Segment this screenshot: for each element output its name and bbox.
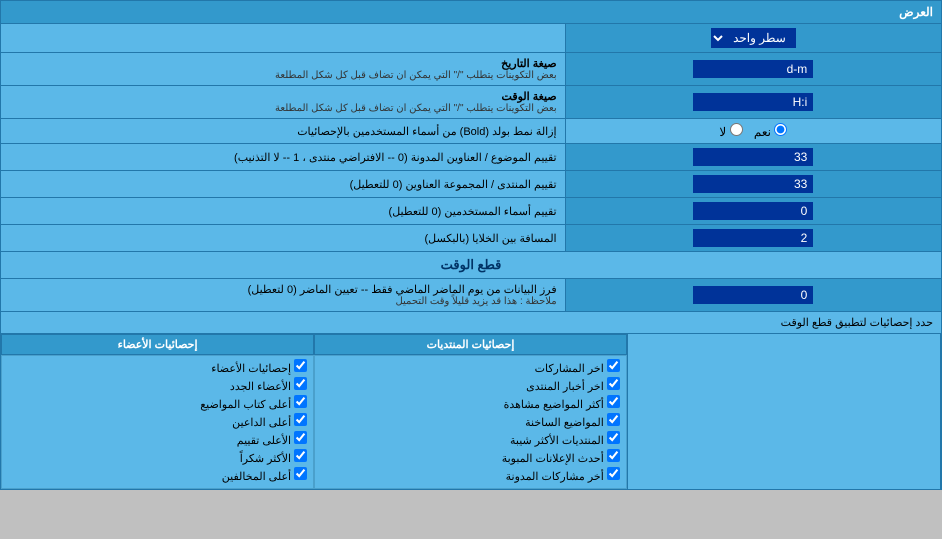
time-format-label: صيغة الوقت بعض التكوينات يتطلب "/" التي …: [1, 86, 566, 119]
time-format-input[interactable]: [693, 93, 813, 111]
cb-hot-topics[interactable]: المواضيع الساخنة: [321, 413, 620, 429]
cb-member-stats[interactable]: إحصائيات الأعضاء: [8, 359, 307, 375]
cb-top-writers[interactable]: أعلى كتاب المواضيع: [8, 395, 307, 411]
cb-latest-ads[interactable]: أحدث الإعلانات المبوبة: [321, 449, 620, 465]
bold-title: إزالة نمط بولد (Bold) من أسماء المستخدمي…: [297, 126, 556, 138]
cb-most-forums[interactable]: المنتديات الأكثر شيبة: [321, 431, 620, 447]
topic-rating-input[interactable]: [693, 148, 813, 166]
cb-top-rated[interactable]: الأعلى تقييم: [8, 431, 307, 447]
date-format-sublabel: بعض التكوينات يتطلب "/" التي يمكن ان تضا…: [9, 70, 557, 81]
cell-spacing-input[interactable]: [693, 229, 813, 247]
cutoff-section-header: قطع الوقت: [1, 252, 942, 279]
cb-top-inviters[interactable]: أعلى الداعين: [8, 413, 307, 429]
bold-no-radio[interactable]: [730, 123, 743, 136]
date-format-title: صيغة التاريخ: [501, 58, 556, 70]
username-rating-title: تقييم أسماء المستخدمين (0 للتعطيل): [389, 206, 557, 218]
bold-yes-label[interactable]: نعم: [751, 125, 788, 139]
stats-forums-title: إحصائيات المنتديات: [427, 339, 515, 351]
single-line-label: [1, 24, 566, 53]
cutoff-title: قطع الوقت: [441, 257, 502, 272]
bold-yes-radio[interactable]: [774, 123, 787, 136]
limit-label: حدد إحصائيات لتطبيق قطع الوقت: [781, 317, 933, 329]
username-rating-label: تقييم أسماء المستخدمين (0 للتعطيل): [1, 198, 566, 225]
cb-new-members[interactable]: الأعضاء الجدد: [8, 377, 307, 393]
cell-spacing-label: المسافة بين الخلايا (بالبكسل): [1, 225, 566, 252]
date-format-label: صيغة التاريخ بعض التكوينات يتطلب "/" الت…: [1, 53, 566, 86]
single-line-select[interactable]: سطر واحد: [711, 28, 796, 48]
stats-members-header: إحصائيات الأعضاء: [1, 334, 314, 355]
cell-spacing-title: المسافة بين الخلايا (بالبكسل): [424, 233, 556, 245]
cutoff-label: فرز البيانات من يوم الماضر الماضي فقط --…: [1, 279, 566, 312]
cutoff-input[interactable]: [693, 286, 813, 304]
cb-last-posts[interactable]: اخر المشاركات: [321, 359, 620, 375]
username-rating-input[interactable]: [693, 202, 813, 220]
page-title: العرض: [1, 1, 942, 24]
topic-rating-label: تقييم الموضوع / العناوين المدونة (0 -- ا…: [1, 144, 566, 171]
time-format-title: صيغة الوقت: [502, 91, 557, 103]
limit-row: حدد إحصائيات لتطبيق قطع الوقت: [1, 312, 942, 334]
cb-blog-posts[interactable]: أخر مشاركات المدونة: [321, 467, 620, 483]
cb-top-violators[interactable]: أعلى المخالفين: [8, 467, 307, 483]
cb-most-thanked[interactable]: الأكثر شكراً: [8, 449, 307, 465]
stats-members-title: إحصائيات الأعضاء: [118, 339, 198, 351]
title-text: العرض: [899, 5, 933, 19]
bold-label: إزالة نمط بولد (Bold) من أسماء المستخدمي…: [1, 119, 566, 144]
forum-rating-title: تقييم المنتدى / المجموعة العناوين (0 للت…: [350, 179, 557, 191]
topic-rating-title: تقييم الموضوع / العناوين المدونة (0 -- ا…: [234, 152, 557, 164]
forum-rating-label: تقييم المنتدى / المجموعة العناوين (0 للت…: [1, 171, 566, 198]
cutoff-label-text: فرز البيانات من يوم الماضر الماضي فقط --…: [9, 283, 557, 296]
stats-forums-header: إحصائيات المنتديات: [314, 334, 627, 355]
cb-forum-news[interactable]: اخر أخبار المنتدى: [321, 377, 620, 393]
time-format-sublabel: بعض التكوينات يتطلب "/" التي يمكن ان تضا…: [9, 103, 557, 114]
stats-forums-list: اخر المشاركات اخر أخبار المنتدى أكثر الم…: [314, 355, 627, 489]
stats-members-list: إحصائيات الأعضاء الأعضاء الجدد أعلى كتاب…: [1, 355, 314, 489]
cb-most-viewed[interactable]: أكثر المواضيع مشاهدة: [321, 395, 620, 411]
cutoff-note: ملاحظة : هذا قد يزيد قليلاً وقت التحميل: [9, 296, 557, 307]
date-format-input[interactable]: [693, 60, 813, 78]
forum-rating-input[interactable]: [693, 175, 813, 193]
bold-no-label[interactable]: لا: [719, 125, 742, 139]
